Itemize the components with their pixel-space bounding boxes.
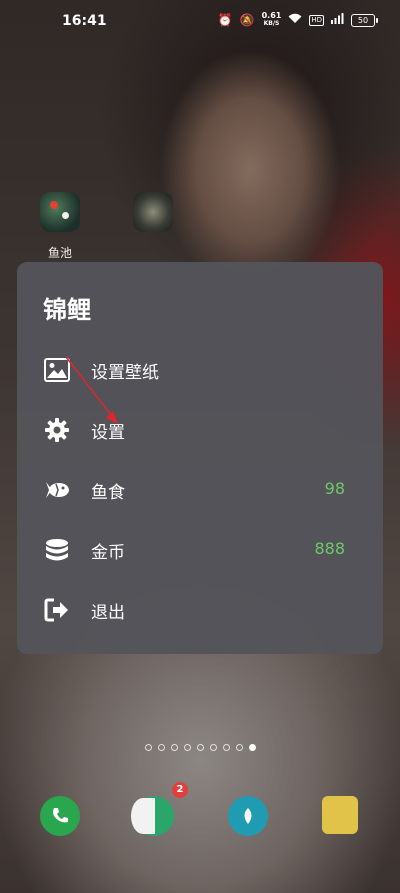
gear-icon [43, 416, 71, 444]
messages-icon[interactable] [131, 796, 174, 836]
network-speed: 0.61 KB/S [262, 12, 282, 28]
menu-title: 锦鲤 [43, 296, 91, 324]
koi-red-dot [50, 201, 58, 209]
status-icons: ⏰ 🔕 0.61 KB/S HD 50 [218, 12, 378, 28]
network-speed-value: 0.61 [261, 11, 282, 20]
menu-item-coins[interactable]: 金币 888 [17, 522, 383, 578]
menu-item-set-wallpaper[interactable]: 设置壁纸 [17, 342, 383, 398]
menu-item-label: 设置壁纸 [91, 363, 159, 383]
app-shortcut-menu: 锦鲤 设置壁纸 设置 鱼食 98 金币 888 退出 [17, 262, 383, 654]
notification-badge: 2 [172, 782, 188, 798]
menu-item-fish-food[interactable]: 鱼食 98 [17, 462, 383, 518]
menu-item-label: 金币 [91, 543, 125, 563]
menu-item-label: 鱼食 [91, 483, 125, 503]
battery-icon: 50 [351, 13, 378, 27]
page-dot [222, 744, 230, 751]
koi-white-dot [62, 212, 69, 219]
fish-icon [43, 476, 71, 504]
page-dot [235, 744, 243, 751]
alarm-icon: ⏰ [217, 13, 233, 27]
image-icon [43, 356, 71, 384]
store-icon[interactable] [322, 796, 358, 834]
wifi-icon [288, 13, 302, 27]
fish-pond-app-icon[interactable] [40, 192, 80, 232]
page-dot [157, 744, 165, 751]
page-dot [209, 744, 217, 751]
page-dot-active [248, 744, 256, 751]
fish-food-count: 98 [324, 479, 345, 498]
page-dot [196, 744, 204, 751]
browser-icon[interactable] [228, 796, 268, 836]
signal-icon [331, 13, 344, 27]
coins-icon [43, 536, 71, 564]
battery-tip [376, 17, 378, 23]
messages-icon-half [131, 798, 155, 834]
battery-level: 50 [351, 13, 375, 27]
exit-icon [43, 596, 71, 624]
hd-badge: HD [309, 14, 324, 26]
page-dot [170, 744, 178, 751]
menu-item-label: 退出 [91, 603, 125, 623]
coin-count: 888 [314, 539, 345, 558]
phone-icon[interactable] [40, 796, 80, 836]
page-dot [183, 744, 191, 751]
fish-pond-app-label: 鱼池 [47, 246, 72, 260]
network-speed-unit: KB/S [263, 20, 280, 27]
status-bar: 16:41 ⏰ 🔕 0.61 KB/S HD 50 [0, 0, 400, 44]
page-dot [144, 744, 152, 751]
second-app-icon[interactable] [133, 192, 173, 232]
menu-item-settings[interactable]: 设置 [17, 402, 383, 458]
clock: 16:41 [62, 13, 107, 29]
menu-item-exit[interactable]: 退出 [17, 582, 383, 638]
page-indicator[interactable] [0, 744, 400, 751]
mute-icon: 🔕 [239, 13, 255, 27]
menu-item-label: 设置 [91, 423, 125, 443]
